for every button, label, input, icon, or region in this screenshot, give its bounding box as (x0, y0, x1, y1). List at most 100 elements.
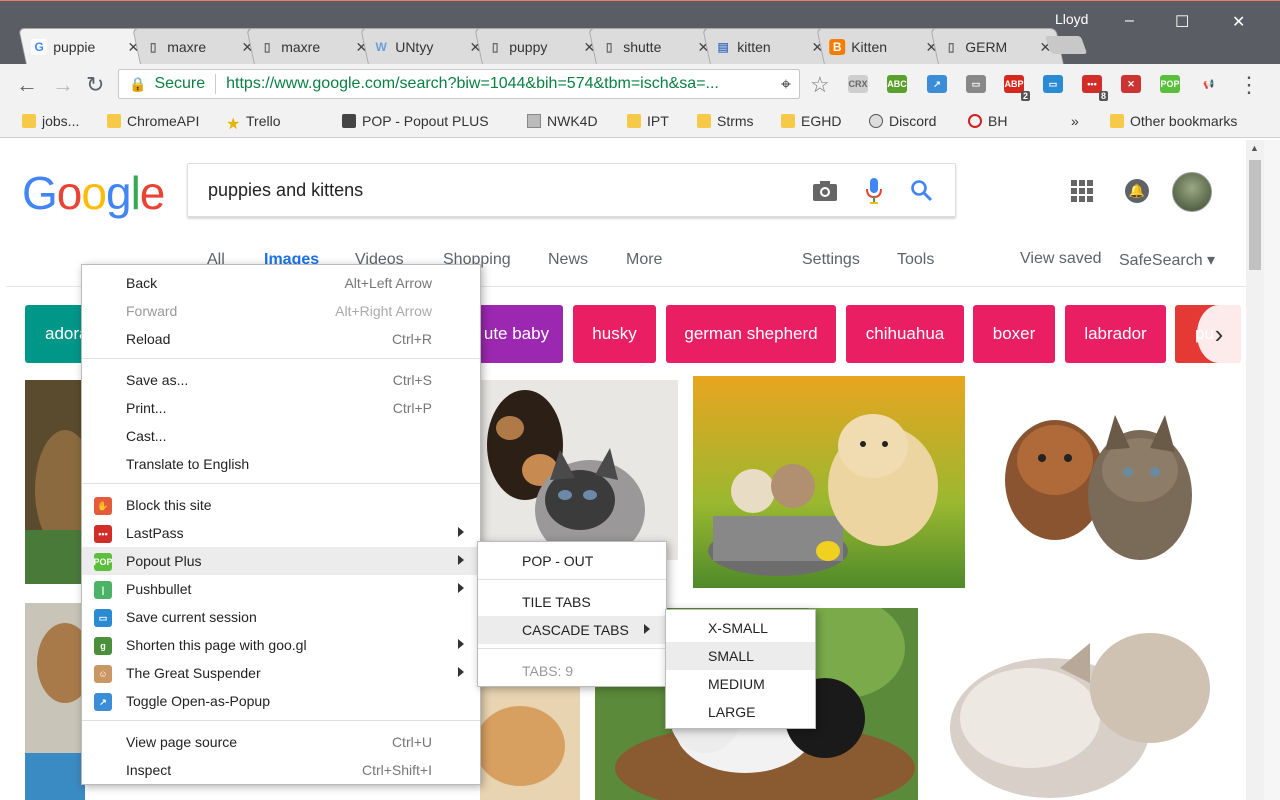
menu-item[interactable]: InspectCtrl+Shift+I (82, 756, 480, 784)
search-tab[interactable]: Settings (802, 251, 860, 269)
browser-tab[interactable]: ▯shutte✕ (588, 28, 722, 64)
image-result[interactable] (693, 376, 965, 588)
megaphone-icon[interactable]: 📢 (1199, 75, 1219, 93)
bookmark-item[interactable]: » (1071, 113, 1079, 129)
bookmark-star-icon[interactable]: ☆ (810, 72, 830, 98)
search-box[interactable]: puppies and kittens (187, 163, 956, 217)
menu-item[interactable]: TILE TABS (478, 588, 666, 616)
menu-item[interactable]: ReloadCtrl+R (82, 325, 480, 353)
menu-item[interactable]: View page sourceCtrl+U (82, 728, 480, 756)
search-tab[interactable]: More (626, 251, 662, 269)
menu-item[interactable]: •••LastPass (82, 519, 480, 547)
close-window-button[interactable]: ✕ (1232, 12, 1245, 32)
reload-button[interactable]: ↻ (86, 72, 104, 98)
related-search-chip[interactable]: labrador (1065, 305, 1166, 363)
camera-icon[interactable] (812, 179, 838, 203)
menu-item[interactable]: Translate to English (82, 450, 480, 478)
account-avatar[interactable] (1172, 172, 1212, 212)
menu-item[interactable]: ▭Save current session (82, 603, 480, 631)
bookmark-item[interactable]: Other bookmarks (1110, 113, 1237, 129)
apps-grid-icon[interactable] (1071, 180, 1093, 202)
bookmark-item[interactable]: Discord (869, 113, 936, 129)
crx-icon[interactable]: CRX (848, 75, 868, 93)
browser-tab[interactable]: ▯maxre✕ (246, 28, 380, 64)
menu-item[interactable]: ↗Toggle Open-as-Popup (82, 687, 480, 715)
image-result[interactable] (480, 686, 580, 800)
menu-item[interactable]: POP - OUT (478, 547, 666, 575)
bookmark-item[interactable]: Strms (697, 113, 754, 129)
minimize-button[interactable]: – (1125, 12, 1134, 30)
related-search-chip[interactable]: husky (573, 305, 656, 363)
related-search-chip[interactable]: ute baby (470, 305, 563, 363)
pinterest-icon[interactable]: ✕ (1121, 75, 1141, 93)
search-tab[interactable]: News (548, 251, 588, 269)
forward-button[interactable]: → (52, 72, 74, 98)
bookmark-item[interactable]: jobs... (22, 113, 79, 129)
browser-tab[interactable]: ▯maxre✕ (132, 28, 266, 64)
menu-item[interactable]: Print...Ctrl+P (82, 394, 480, 422)
menu-item[interactable]: TABS: 9 (478, 657, 666, 685)
browser-tab[interactable]: ▯GERM✕ (930, 28, 1064, 64)
browser-tab[interactable]: ▯puppy✕ (474, 28, 608, 64)
bookmark-item[interactable]: IPT (627, 113, 669, 129)
maximize-button[interactable]: ☐ (1175, 12, 1189, 32)
address-bar[interactable]: 🔒 Secure https://www.google.com/search?b… (118, 69, 800, 99)
menu-item[interactable]: ☺The Great Suspender (82, 659, 480, 687)
google-logo[interactable]: Google (22, 166, 164, 220)
abc-icon[interactable]: ABC (887, 75, 907, 93)
popout-ext-icon[interactable]: ↗ (927, 75, 947, 93)
menu-item[interactable]: POPPopout Plus (82, 547, 480, 575)
image-result[interactable] (930, 608, 1226, 800)
bookmark-item[interactable]: POP - Popout PLUS (342, 113, 489, 129)
image-result[interactable] (25, 380, 85, 584)
browser-tab[interactable]: ▤kitten✕ (702, 28, 836, 64)
bookmark-item[interactable]: EGHD (781, 113, 841, 129)
profile-name[interactable]: Lloyd (1055, 11, 1088, 27)
search-input[interactable]: puppies and kittens (208, 180, 363, 201)
scroll-up-icon[interactable]: ▲ (1250, 143, 1259, 153)
back-button[interactable]: ← (16, 72, 38, 98)
image-result[interactable] (980, 380, 1226, 586)
chrome-menu-icon[interactable]: ⋮ (1238, 72, 1260, 98)
bookmark-item[interactable]: ★Trello (226, 113, 281, 129)
menu-item[interactable]: |Pushbullet (82, 575, 480, 603)
browser-tab[interactable]: BKitten✕ (816, 28, 950, 64)
menu-item[interactable]: LARGE (666, 698, 815, 726)
session-icon[interactable]: ▭ (1043, 75, 1063, 93)
location-icon[interactable]: ⌖ (781, 74, 791, 95)
chips-next-arrow[interactable]: › (1197, 305, 1241, 363)
search-tab[interactable]: SafeSearch ▾ (1119, 250, 1215, 270)
windows-icon[interactable]: ▭ (966, 75, 986, 93)
menu-item[interactable]: MEDIUM (666, 670, 815, 698)
lastpass-ext-icon[interactable]: •••8 (1082, 75, 1102, 93)
notifications-bell-icon[interactable]: 🔔 (1125, 179, 1149, 203)
image-result[interactable] (25, 603, 85, 800)
menu-item[interactable]: gShorten this page with goo.gl (82, 631, 480, 659)
menu-item[interactable]: Save as...Ctrl+S (82, 366, 480, 394)
scrollbar-thumb[interactable] (1249, 160, 1261, 270)
menu-item[interactable]: BackAlt+Left Arrow (82, 269, 480, 297)
bookmark-item[interactable]: BH (968, 113, 1007, 129)
microphone-icon[interactable] (864, 177, 884, 205)
browser-tab[interactable]: WUNtyy✕ (360, 28, 494, 64)
menu-item[interactable]: CASCADE TABS (478, 616, 666, 644)
url-text[interactable]: https://www.google.com/search?biw=1044&b… (226, 75, 781, 93)
abp-icon[interactable]: ABP2 (1004, 75, 1024, 93)
browser-tab[interactable]: Gpuppie✕ (18, 28, 152, 64)
menu-item[interactable]: X-SMALL (666, 614, 815, 642)
new-tab-button[interactable] (1045, 36, 1088, 54)
pop-icon[interactable]: POP (1160, 75, 1180, 93)
bookmark-item[interactable]: NWK4D (527, 113, 598, 129)
menu-item[interactable]: Cast... (82, 422, 480, 450)
related-search-chip[interactable]: boxer (973, 305, 1055, 363)
menu-item[interactable]: ✋Block this site (82, 491, 480, 519)
bookmark-item[interactable]: ChromeAPI (107, 113, 199, 129)
search-tab[interactable]: Tools (897, 251, 934, 269)
image-result[interactable] (480, 380, 678, 560)
search-tab[interactable]: View saved (1020, 250, 1102, 268)
menu-item[interactable]: SMALL (666, 642, 815, 670)
related-search-chip[interactable]: chihuahua (846, 305, 964, 363)
menu-item[interactable]: ForwardAlt+Right Arrow (82, 297, 480, 325)
related-search-chip[interactable]: german shepherd (666, 305, 836, 363)
search-icon[interactable] (910, 179, 934, 203)
